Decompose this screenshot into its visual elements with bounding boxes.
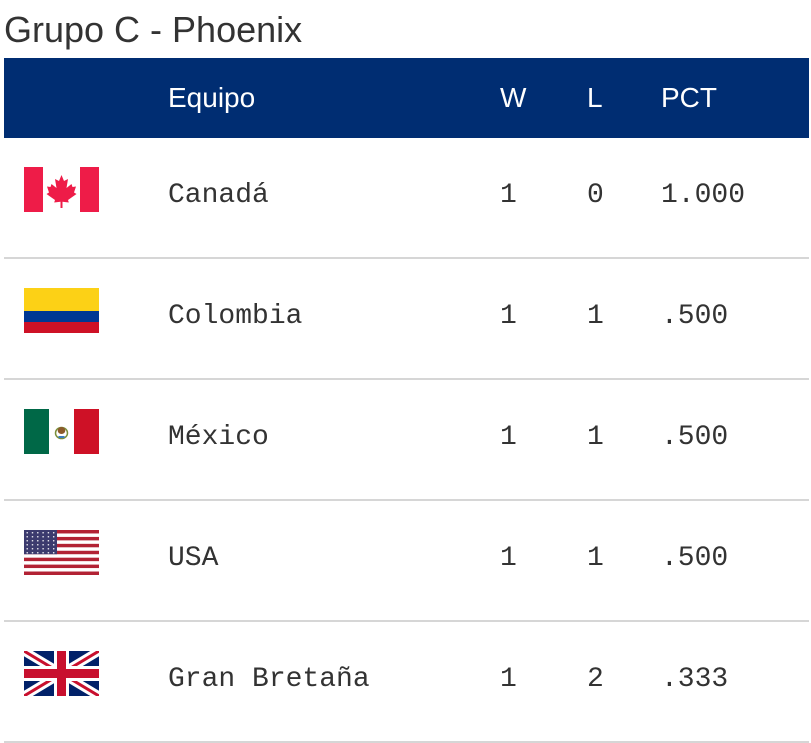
- table-row: Gran Bretaña 1 2 .333: [4, 622, 809, 743]
- losses-value: 1: [587, 543, 604, 574]
- pct-value: .500: [661, 301, 729, 332]
- losses-value: 1: [587, 301, 604, 332]
- table-header: Equipo W L PCT: [4, 58, 809, 138]
- usa-flag-icon: [24, 530, 99, 575]
- losses-value: 1: [587, 422, 604, 453]
- pct-value: 1.000: [661, 180, 746, 211]
- wins-value: 1: [500, 301, 517, 332]
- table-row: Canadá 1 0 1.000: [4, 138, 809, 259]
- column-header-team[interactable]: Equipo: [168, 58, 255, 138]
- team-name[interactable]: Colombia: [168, 259, 302, 374]
- column-header-pct[interactable]: PCT: [661, 58, 717, 138]
- pct-value: .500: [661, 422, 729, 453]
- losses-value: 0: [587, 180, 604, 211]
- column-header-wins[interactable]: W: [500, 58, 526, 138]
- wins-value: 1: [500, 543, 517, 574]
- mexico-flag-icon: [24, 409, 99, 454]
- pct-value: .500: [661, 543, 729, 574]
- standings-table: Equipo W L PCT Canadá 1 0 1.000 Colombia…: [4, 58, 809, 743]
- wins-value: 1: [500, 422, 517, 453]
- team-name[interactable]: México: [168, 380, 269, 495]
- pct-value: .333: [661, 664, 729, 695]
- team-name[interactable]: Gran Bretaña: [168, 622, 370, 737]
- column-header-losses[interactable]: L: [587, 58, 603, 138]
- colombia-flag-icon: [24, 288, 99, 333]
- table-row: USA 1 1 .500: [4, 501, 809, 622]
- team-name[interactable]: USA: [168, 501, 218, 616]
- losses-value: 2: [587, 664, 604, 695]
- table-row: México 1 1 .500: [4, 380, 809, 501]
- page-title: Grupo C - Phoenix: [4, 9, 303, 50]
- canada-flag-icon: [24, 167, 99, 212]
- wins-value: 1: [500, 664, 517, 695]
- wins-value: 1: [500, 180, 517, 211]
- table-row: Colombia 1 1 .500: [4, 259, 809, 380]
- great-britain-flag-icon: [24, 651, 99, 696]
- team-name[interactable]: Canadá: [168, 138, 269, 253]
